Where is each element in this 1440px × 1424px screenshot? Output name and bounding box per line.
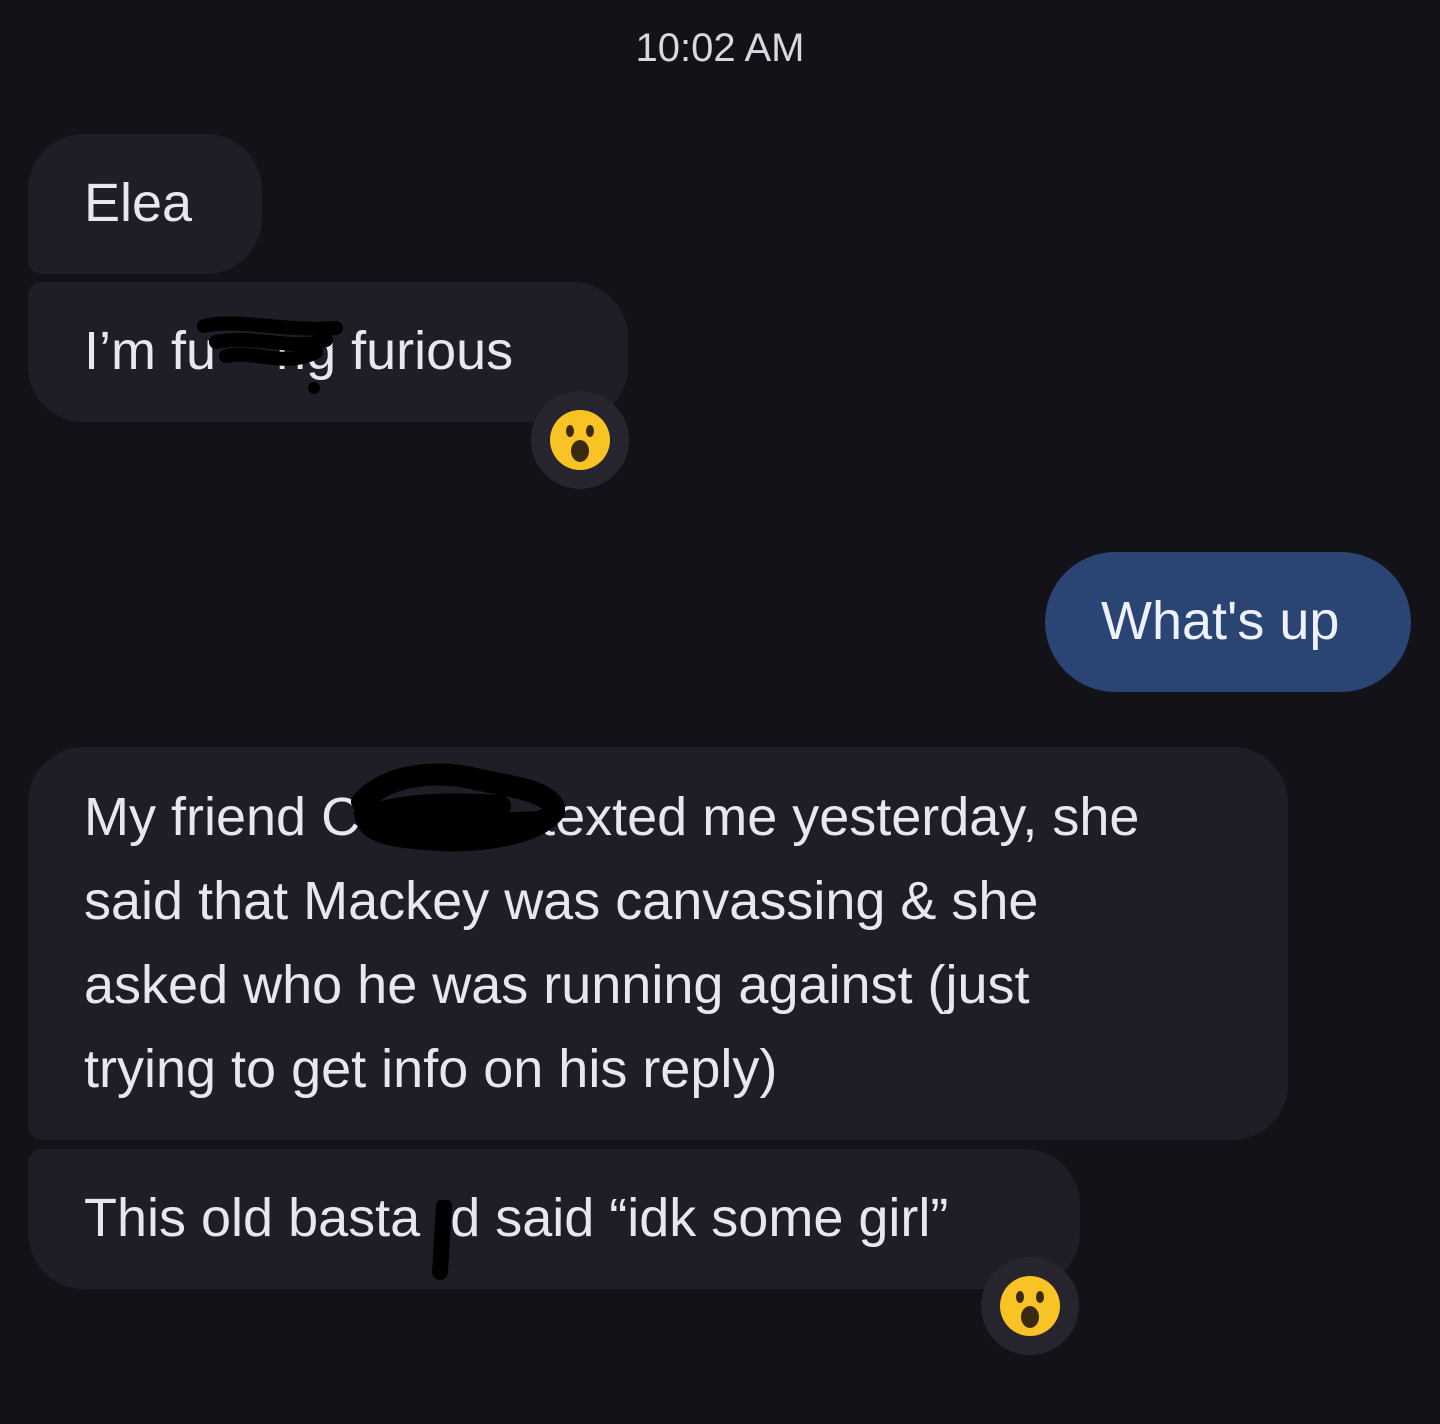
message-text: Elea <box>84 173 193 233</box>
message-text: This old basta d said “idk some girl” <box>84 1188 949 1248</box>
reaction-badge[interactable] <box>531 391 629 489</box>
message-bubble-outgoing[interactable]: What's up <box>1045 552 1411 692</box>
message-bubble-incoming[interactable]: Elea <box>28 134 262 274</box>
reaction-badge[interactable] <box>981 1257 1079 1355</box>
message-line: trying to get info on his reply) <box>84 1039 778 1099</box>
message-text: I’m fu ng furious <box>84 321 514 381</box>
message-bubble-incoming[interactable]: This old basta d said “idk some girl” <box>28 1149 1080 1289</box>
message-line: asked who he was running against (just <box>84 955 1030 1015</box>
surprised-face-icon <box>550 410 610 470</box>
message-line: said that Mackey was canvassing & she <box>84 871 1039 931</box>
message-text: What's up <box>1101 591 1340 651</box>
message-bubble-incoming[interactable]: I’m fu ng furious <box>28 282 628 422</box>
timestamp: 10:02 AM <box>635 26 805 70</box>
surprised-face-icon <box>1000 1276 1060 1336</box>
message-line: My friend C texted me yesterday, she <box>84 787 1140 847</box>
message-bubble-incoming[interactable]: My friend C texted me yesterday, she sai… <box>28 747 1288 1140</box>
